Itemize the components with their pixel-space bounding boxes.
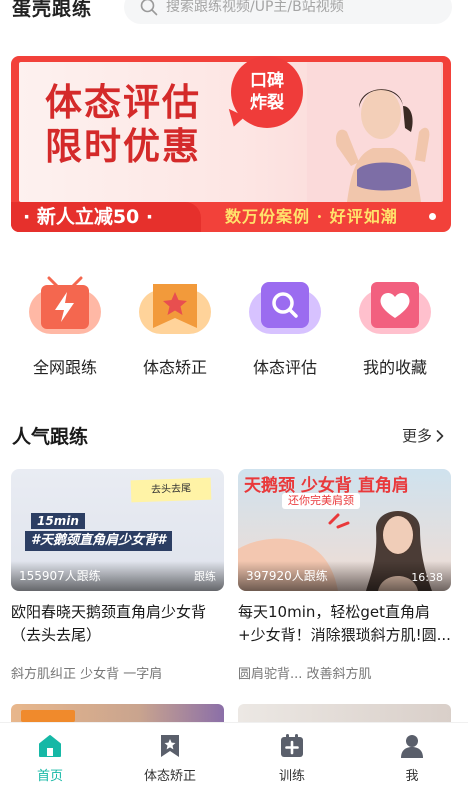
- search-icon: [140, 0, 158, 16]
- promo-discount: · 新人立减50 ·: [11, 202, 201, 232]
- search-bar[interactable]: [124, 0, 452, 24]
- banner-title-line1: 体态评估: [45, 80, 201, 124]
- tab-training[interactable]: 训练: [242, 733, 342, 784]
- tab-label: 我: [405, 769, 419, 784]
- tab-me[interactable]: 我: [362, 733, 462, 784]
- quick-entry-follow-all[interactable]: 全网跟练: [10, 272, 120, 382]
- video-title[interactable]: 欧阳春晓天鹅颈直角肩少女背（去头去尾）: [11, 601, 224, 647]
- banner-bubble: 口碑 炸裂: [231, 56, 303, 128]
- promo-banner[interactable]: 体态评估 限时优惠 口碑 炸裂 · 新人立减50 · 数万份案例 · 好评如潮: [11, 56, 451, 232]
- view-count: 397920人跟练: [246, 569, 328, 583]
- quick-entry-grid: 全网跟练 体态矫正 体态评估 我的收藏: [0, 272, 468, 382]
- calendar-plus-icon: [281, 734, 303, 757]
- search-input[interactable]: [166, 0, 436, 15]
- chevron-right-icon: [436, 429, 444, 442]
- tab-label: 训练: [278, 769, 305, 784]
- section-title-popular: 人气跟练: [12, 426, 89, 448]
- peek-tag: [21, 710, 75, 722]
- thumb-subheading: 还你完美肩颈: [282, 493, 360, 509]
- home-icon: [39, 735, 61, 757]
- quick-entry-label: 体态评估: [252, 358, 317, 377]
- bottom-tab-bar: 首页 体态矫正 训练 我: [0, 722, 468, 786]
- person-icon: [401, 735, 423, 758]
- quick-entry-posture-correction[interactable]: 体态矫正: [120, 272, 230, 382]
- video-card[interactable]: 去头去尾 15min #天鹅颈直角肩少女背# 155907人跟练 跟练 欧阳春晓…: [11, 469, 224, 682]
- more-label: 更多: [402, 427, 433, 445]
- banner-panel: 体态评估 限时优惠 口碑 炸裂: [19, 56, 443, 202]
- more-link[interactable]: 更多: [402, 425, 444, 446]
- bubble-line1: 口碑: [250, 71, 284, 91]
- heart-icon: [359, 282, 431, 334]
- video-duration: 16:38: [411, 571, 443, 584]
- carousel-dot: [429, 213, 436, 220]
- banner-title-line2: 限时优惠: [45, 124, 201, 168]
- banner-title: 体态评估 限时优惠: [45, 80, 201, 168]
- tab-posture-correction[interactable]: 体态矫正: [120, 733, 220, 784]
- tab-label: 首页: [36, 769, 63, 784]
- video-thumbnail[interactable]: 天鹅颈 少女背 直角肩 还你完美肩颈 397920人跟练 16:38: [238, 469, 451, 591]
- video-title[interactable]: 每天10min，轻松get直角肩+少女背！消除猥琐斜方肌!圆...: [238, 601, 451, 647]
- top-header: 蛋壳跟练: [0, 0, 468, 36]
- thumb-hashtag: #天鹅颈直角肩少女背#: [25, 531, 173, 551]
- video-tags: 斜方肌纠正 少女背 一字肩: [11, 667, 163, 682]
- tab-label: 体态矫正: [143, 769, 196, 784]
- magnifier-icon: [249, 282, 321, 334]
- star-bookmark-icon: [139, 284, 211, 334]
- view-count: 155907人跟练: [19, 569, 101, 583]
- thumb-sticky-note: 去头去尾: [130, 477, 212, 503]
- app-title: 蛋壳跟练: [12, 0, 93, 20]
- tab-home[interactable]: 首页: [0, 733, 100, 784]
- promo-slogan: 数万份案例 · 好评如潮: [225, 207, 398, 226]
- banner-model-illustration: [307, 62, 441, 202]
- banner-promo-strip: · 新人立减50 · 数万份案例 · 好评如潮: [11, 202, 451, 232]
- bubble-line2: 炸裂: [250, 93, 284, 113]
- quick-entry-label: 体态矫正: [142, 358, 207, 377]
- thumb-watermark: 跟练: [194, 570, 216, 583]
- video-card[interactable]: 天鹅颈 少女背 直角肩 还你完美肩颈 397920人跟练 16:38 每天10m…: [238, 469, 451, 682]
- thumb-duration-tag: 15min: [31, 513, 85, 529]
- quick-entry-label: 我的收藏: [362, 358, 427, 377]
- quick-entry-posture-assessment[interactable]: 体态评估: [230, 272, 340, 382]
- lightning-icon: [29, 276, 101, 334]
- quick-entry-favorites[interactable]: 我的收藏: [340, 272, 450, 382]
- video-tags: 圆肩驼背... 改善斜方肌: [238, 667, 372, 682]
- quick-entry-label: 全网跟练: [32, 358, 97, 377]
- video-thumbnail[interactable]: 去头去尾 15min #天鹅颈直角肩少女背# 155907人跟练 跟练: [11, 469, 224, 591]
- star-bookmark-icon: [161, 735, 179, 757]
